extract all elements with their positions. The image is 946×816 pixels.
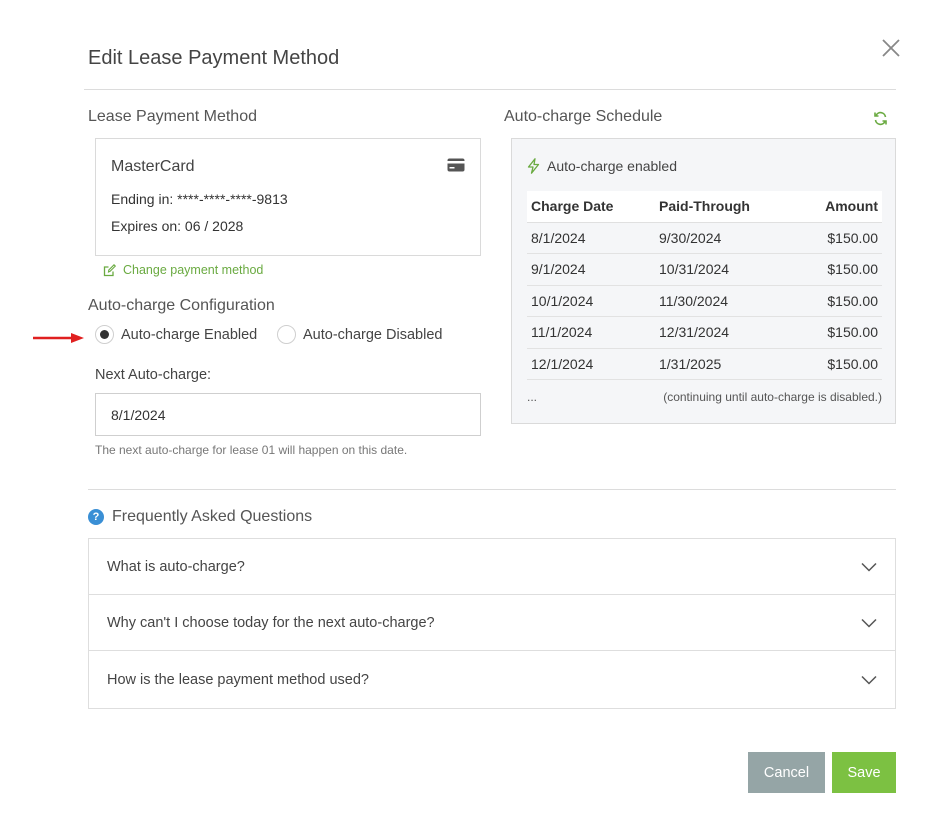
chevron-down-icon: [861, 675, 877, 685]
faq-item[interactable]: What is auto-charge?: [89, 539, 895, 595]
schedule-continuation: ... (continuing until auto-charge is dis…: [527, 390, 882, 404]
cell-amount: $150.00: [785, 222, 882, 254]
radio-disabled-label: Auto-charge Disabled: [303, 326, 443, 343]
cancel-button[interactable]: Cancel: [748, 752, 825, 793]
next-auto-charge-label: Next Auto-charge:: [95, 367, 212, 383]
auto-charge-status-label: Auto-charge enabled: [547, 158, 677, 174]
cell-charge-date: 9/1/2024: [527, 253, 655, 286]
auto-charge-status: Auto-charge enabled: [527, 158, 677, 174]
cell-amount: $150.00: [785, 348, 882, 380]
payment-card-panel: MasterCard Ending in: ****-****-****-981…: [95, 138, 481, 256]
cell-paid-through: 10/31/2024: [655, 253, 785, 286]
table-row: 10/1/2024 11/30/2024 $150.00: [527, 285, 882, 317]
config-title: Auto-charge Configuration: [88, 297, 275, 314]
schedule-continuation-note: (continuing until auto-charge is disable…: [663, 390, 882, 404]
schedule-panel: Auto-charge enabled Charge Date Paid-Thr…: [511, 138, 896, 424]
faq-item[interactable]: Why can't I choose today for the next au…: [89, 595, 895, 651]
faq-question: How is the lease payment method used?: [107, 671, 369, 688]
edit-icon: [103, 263, 116, 276]
cell-paid-through: 11/30/2024: [655, 285, 785, 317]
header-divider: [84, 89, 896, 90]
lightning-icon: [527, 158, 540, 174]
column-header: Paid-Through: [655, 191, 785, 223]
faq-item[interactable]: How is the lease payment method used?: [89, 651, 895, 708]
radio-selected-icon: [95, 325, 114, 344]
chevron-down-icon: [861, 562, 877, 572]
cell-amount: $150.00: [785, 316, 882, 349]
change-payment-method-link[interactable]: Change payment method: [103, 263, 263, 277]
cell-paid-through: 1/31/2025: [655, 348, 785, 380]
faq-question: Why can't I choose today for the next au…: [107, 614, 435, 631]
chevron-down-icon: [861, 618, 877, 628]
payment-method-title: Lease Payment Method: [88, 108, 257, 125]
refresh-icon[interactable]: [873, 111, 888, 126]
table-header-row: Charge Date Paid-Through Amount: [527, 191, 882, 223]
table-row: 8/1/2024 9/30/2024 $150.00: [527, 222, 882, 254]
card-expiry: Expires on: 06 / 2028: [111, 218, 244, 234]
save-button[interactable]: Save: [832, 752, 896, 793]
close-icon[interactable]: [880, 37, 902, 59]
next-auto-charge-helper: The next auto-charge for lease 01 will h…: [95, 443, 408, 457]
cell-charge-date: 8/1/2024: [527, 222, 655, 254]
card-brand: MasterCard: [111, 158, 195, 175]
faq-question: What is auto-charge?: [107, 558, 245, 575]
schedule-ellipsis: ...: [527, 390, 538, 404]
cell-paid-through: 9/30/2024: [655, 222, 785, 254]
faq-divider: [88, 489, 896, 490]
cell-charge-date: 11/1/2024: [527, 316, 655, 349]
schedule-title: Auto-charge Schedule: [504, 108, 663, 125]
question-icon: ?: [88, 509, 104, 525]
cell-amount: $150.00: [785, 285, 882, 317]
cell-amount: $150.00: [785, 253, 882, 286]
column-header: Charge Date: [527, 191, 655, 223]
schedule-table: Charge Date Paid-Through Amount 8/1/2024…: [527, 191, 882, 380]
change-payment-method-label: Change payment method: [123, 263, 264, 277]
faq-header: ? Frequently Asked Questions: [88, 508, 312, 526]
table-row: 9/1/2024 10/31/2024 $150.00: [527, 253, 882, 286]
faq-accordion: What is auto-charge? Why can't I choose …: [88, 538, 896, 709]
table-row: 12/1/2024 1/31/2025 $150.00: [527, 348, 882, 380]
column-header: Amount: [785, 191, 882, 223]
next-auto-charge-input[interactable]: [95, 393, 481, 436]
cell-paid-through: 12/31/2024: [655, 316, 785, 349]
red-arrow-icon: [33, 331, 85, 343]
radio-auto-charge-enabled[interactable]: Auto-charge Enabled: [95, 325, 257, 344]
radio-enabled-label: Auto-charge Enabled: [121, 326, 258, 343]
credit-card-icon: [447, 158, 465, 172]
cell-charge-date: 10/1/2024: [527, 285, 655, 317]
radio-unselected-icon: [277, 325, 296, 344]
faq-title: Frequently Asked Questions: [112, 508, 313, 525]
modal-title: Edit Lease Payment Method: [88, 47, 340, 69]
radio-auto-charge-disabled[interactable]: Auto-charge Disabled: [277, 325, 442, 344]
cell-charge-date: 12/1/2024: [527, 348, 655, 380]
table-row: 11/1/2024 12/31/2024 $150.00: [527, 316, 882, 349]
card-ending: Ending in: ****-****-****-9813: [111, 191, 288, 207]
